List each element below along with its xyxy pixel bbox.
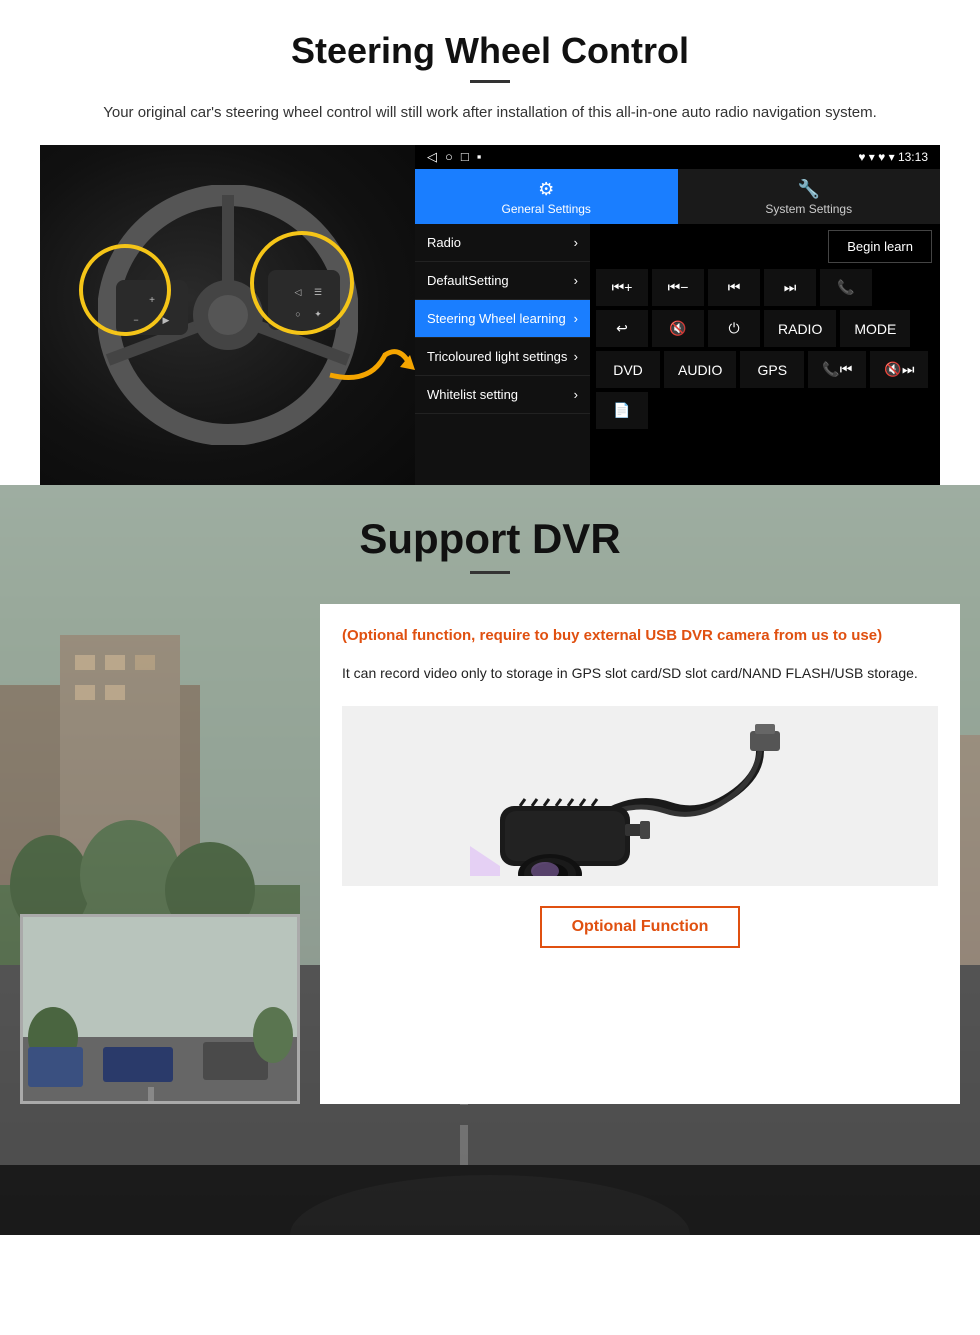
menu-item-default-setting[interactable]: DefaultSetting › <box>415 262 590 300</box>
tab-general-label: General Settings <box>502 202 591 216</box>
menu-item-radio[interactable]: Radio › <box>415 224 590 262</box>
preview-svg <box>23 917 300 1104</box>
control-row-2: ↩ 🔇 ⏻ RADIO MODE <box>596 310 934 347</box>
highlight-circles <box>40 145 415 485</box>
dvr-title-area: Support DVR <box>0 485 980 574</box>
back-icon[interactable]: ◁ <box>427 149 437 165</box>
title-divider <box>470 80 510 83</box>
chevron-right-icon-5: › <box>574 387 578 402</box>
mute-next-btn[interactable]: 🔇⏭ <box>870 351 928 388</box>
menu-item-steering-learning[interactable]: Steering Wheel learning › <box>415 300 590 338</box>
dvr-content: (Optional function, require to buy exter… <box>0 604 980 1104</box>
page-title: Steering Wheel Control <box>40 30 940 72</box>
mode-btn[interactable]: MODE <box>840 310 910 347</box>
signal-icon: ♥ ▾ <box>858 150 878 164</box>
call-prev-btn[interactable]: 📞⏮ <box>808 351 866 388</box>
control-row-4: 📄 <box>596 392 934 429</box>
preview-inner <box>23 917 297 1101</box>
prev-btn[interactable]: ⏮ <box>708 269 760 306</box>
chevron-right-icon-3: › <box>574 311 578 326</box>
next-btn[interactable]: ⏭ <box>764 269 816 306</box>
menu-whitelist-label: Whitelist setting <box>427 387 518 402</box>
general-settings-icon: ⚙ <box>423 179 670 200</box>
tab-general-settings[interactable]: ⚙ General Settings <box>415 169 678 224</box>
section-subtitle: Your original car's steering wheel contr… <box>40 101 940 125</box>
statusbar-time: ♥ ▾ ♥ ▾ 13:13 <box>858 150 928 164</box>
android-ui-panel: ◁ ○ □ ▪ ♥ ▾ ♥ ▾ 13:13 ⚙ General Settings… <box>415 145 940 485</box>
call-btn[interactable]: 📞 <box>820 269 872 306</box>
right-controls: Begin learn ⏮+ ⏮− ⏮ ⏭ 📞 <box>590 224 940 485</box>
dvd-btn[interactable]: DVD <box>596 351 660 388</box>
dvr-camera-image <box>342 706 938 886</box>
vol-up-btn[interactable]: ⏮+ <box>596 269 648 306</box>
begin-learn-button[interactable]: Begin learn <box>828 230 932 263</box>
menu-item-whitelist[interactable]: Whitelist setting › <box>415 376 590 414</box>
menu-steering-label: Steering Wheel learning <box>427 311 566 326</box>
steering-content-area: + − ▶ ◁ ☰ ○ ✦ <box>40 145 940 485</box>
menu-tricoloured-label: Tricoloured light settings <box>427 349 567 364</box>
dvr-optional-text: (Optional function, require to buy exter… <box>342 624 938 648</box>
gps-btn[interactable]: GPS <box>740 351 804 388</box>
menu-default-label: DefaultSetting <box>427 273 509 288</box>
power-btn[interactable]: ⏻ <box>708 310 760 347</box>
optional-function-button[interactable]: Optional Function <box>540 906 741 948</box>
radio-btn[interactable]: RADIO <box>764 310 836 347</box>
left-menu: Radio › DefaultSetting › Steering Wheel … <box>415 224 590 485</box>
tab-system-settings[interactable]: 🔧 System Settings <box>678 169 941 224</box>
hang-btn[interactable]: ↩ <box>596 310 648 347</box>
clock: ♥ ▾ 13:13 <box>878 150 928 164</box>
settings-tabs: ⚙ General Settings 🔧 System Settings <box>415 169 940 224</box>
system-settings-icon: 🔧 <box>686 179 933 200</box>
dvr-section-title: Support DVR <box>0 515 980 563</box>
control-buttons-grid: ⏮+ ⏮− ⏮ ⏭ 📞 ↩ 🔇 ⏻ RADIO MODE <box>590 269 940 433</box>
menu-item-tricoloured[interactable]: Tricoloured light settings › <box>415 338 590 376</box>
dvr-section: Support DVR <box>0 485 980 1235</box>
control-row-3: DVD AUDIO GPS 📞⏮ 🔇⏭ <box>596 351 934 388</box>
menu-radio-label: Radio <box>427 235 461 250</box>
wheel-visual: + − ▶ ◁ ☰ ○ ✦ <box>40 145 415 485</box>
home-icon[interactable]: ○ <box>445 149 453 165</box>
recent-icon[interactable]: □ <box>461 149 469 165</box>
chevron-right-icon: › <box>574 235 578 250</box>
vol-down-btn[interactable]: ⏮− <box>652 269 704 306</box>
chevron-right-icon-2: › <box>574 273 578 288</box>
steering-section: Steering Wheel Control Your original car… <box>0 0 980 485</box>
audio-btn[interactable]: AUDIO <box>664 351 736 388</box>
tab-system-label: System Settings <box>765 202 852 216</box>
menu-icon[interactable]: ▪ <box>477 149 482 165</box>
doc-btn[interactable]: 📄 <box>596 392 648 429</box>
android-statusbar: ◁ ○ □ ▪ ♥ ▾ ♥ ▾ 13:13 <box>415 145 940 169</box>
dvr-preview-image <box>20 914 300 1104</box>
mute-btn[interactable]: 🔇 <box>652 310 704 347</box>
dvr-desc-text: It can record video only to storage in G… <box>342 662 938 686</box>
statusbar-nav: ◁ ○ □ ▪ <box>427 149 481 165</box>
dvr-divider <box>470 571 510 574</box>
chevron-right-icon-4: › <box>574 349 578 364</box>
begin-learn-row: Begin learn <box>590 224 940 269</box>
dvr-info-box: (Optional function, require to buy exter… <box>320 604 960 1104</box>
steering-wheel-image: + − ▶ ◁ ☰ ○ ✦ <box>40 145 415 485</box>
camera-device-svg <box>470 716 810 876</box>
control-row-1: ⏮+ ⏮− ⏮ ⏭ 📞 <box>596 269 934 306</box>
android-menu: Radio › DefaultSetting › Steering Wheel … <box>415 224 940 485</box>
